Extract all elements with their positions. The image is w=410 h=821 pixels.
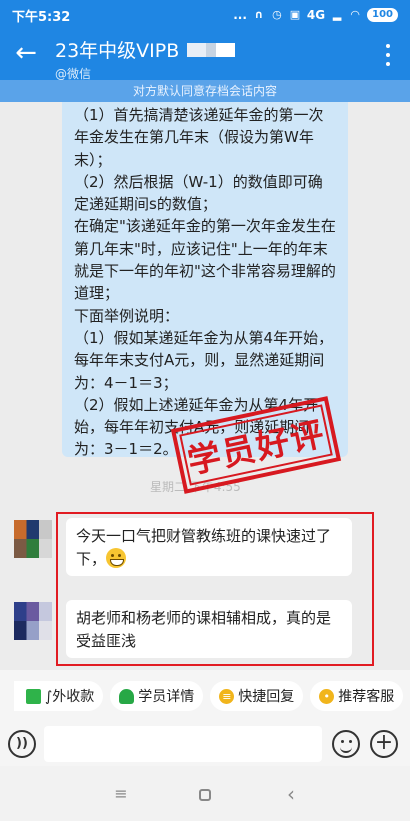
status-dots: ... — [233, 8, 247, 22]
message-line: 下面举例说明： — [74, 306, 180, 325]
headset-icon: ∩ — [254, 8, 264, 21]
blurred-name — [187, 42, 236, 57]
quick-reply-bar: ∫外收款 学员详情 ≡ 快捷回复 • 推荐客服 — [0, 670, 410, 722]
quick-reply-icon: ≡ — [219, 688, 235, 704]
back-arrow-icon[interactable]: ← — [10, 38, 42, 70]
chat-header: ← 23年中级VIPB @微信 — [0, 30, 410, 82]
status-bar: 下午5:32 ... ∩ ◷ ▣ 4G ▂ ◠ 100 — [0, 0, 410, 30]
voice-icon[interactable]: )) — [8, 730, 36, 758]
chip-label: ∫外收款 — [45, 689, 95, 705]
chip-label: 推荐客服 — [338, 689, 395, 705]
avatar[interactable] — [14, 602, 52, 640]
network-type: 4G — [306, 8, 326, 22]
menu-icon[interactable]: ≡ — [106, 780, 136, 808]
status-time: 下午5:32 — [12, 9, 71, 25]
quick-chip-quick-reply[interactable]: ≡ 快捷回复 — [210, 681, 304, 711]
system-nav-bar: ≡ ‹ — [0, 766, 410, 821]
highlight-box — [56, 512, 374, 666]
quick-chip-payment[interactable]: ∫外收款 — [14, 681, 104, 711]
message-line: （1）假如某递延年金为从第4年开始，每年年末支付A元，则，显然递延期间为：4－1… — [74, 328, 334, 392]
recommend-icon: • — [319, 688, 335, 704]
chip-label: 快捷回复 — [238, 689, 295, 705]
emoji-icon[interactable] — [332, 730, 360, 758]
message-line: （1）首先搞清楚该递延年金的第一次年金发生在第几年末（假设为第W年末）； — [74, 106, 324, 169]
avatar[interactable] — [14, 520, 52, 558]
chip-label: 学员详情 — [138, 689, 195, 705]
status-icons: ... ∩ ◷ ▣ 4G ▂ ◠ 100 — [233, 8, 398, 22]
wifi-icon: ◠ — [350, 8, 360, 21]
message-line: （2）然后根据（W-1）的数值即可确定递延期间s的数值； — [74, 172, 323, 214]
alarm-icon: ◷ — [272, 8, 282, 21]
green-square-icon — [26, 688, 41, 704]
archive-notice: 对方默认同意存档会话内容 — [0, 80, 410, 102]
chat-title: 23年中级VIPB — [55, 36, 236, 63]
battery-icon: 100 — [367, 8, 398, 22]
hd-icon: ▣ — [289, 8, 301, 21]
person-icon — [119, 688, 135, 704]
message-line: 在确定"该递延年金的第一次年金发生在第几年末"时，应该记住"上一年的年末就是下一… — [74, 217, 336, 303]
nav-back-icon[interactable]: ‹ — [276, 780, 306, 808]
quick-chip-student-details[interactable]: 学员详情 — [110, 681, 204, 711]
chat-title-text: 23年中级VIPB — [55, 40, 180, 62]
home-icon[interactable] — [190, 780, 220, 808]
message-input[interactable] — [44, 726, 322, 762]
more-options-icon[interactable] — [380, 40, 396, 70]
signal-icon: ▂ — [332, 8, 342, 21]
chat-title-block: 23年中级VIPB @微信 — [55, 36, 236, 82]
input-bar: )) + — [0, 722, 410, 766]
quick-chip-recommend[interactable]: • 推荐客服 — [310, 681, 404, 711]
plus-icon[interactable]: + — [370, 730, 398, 758]
